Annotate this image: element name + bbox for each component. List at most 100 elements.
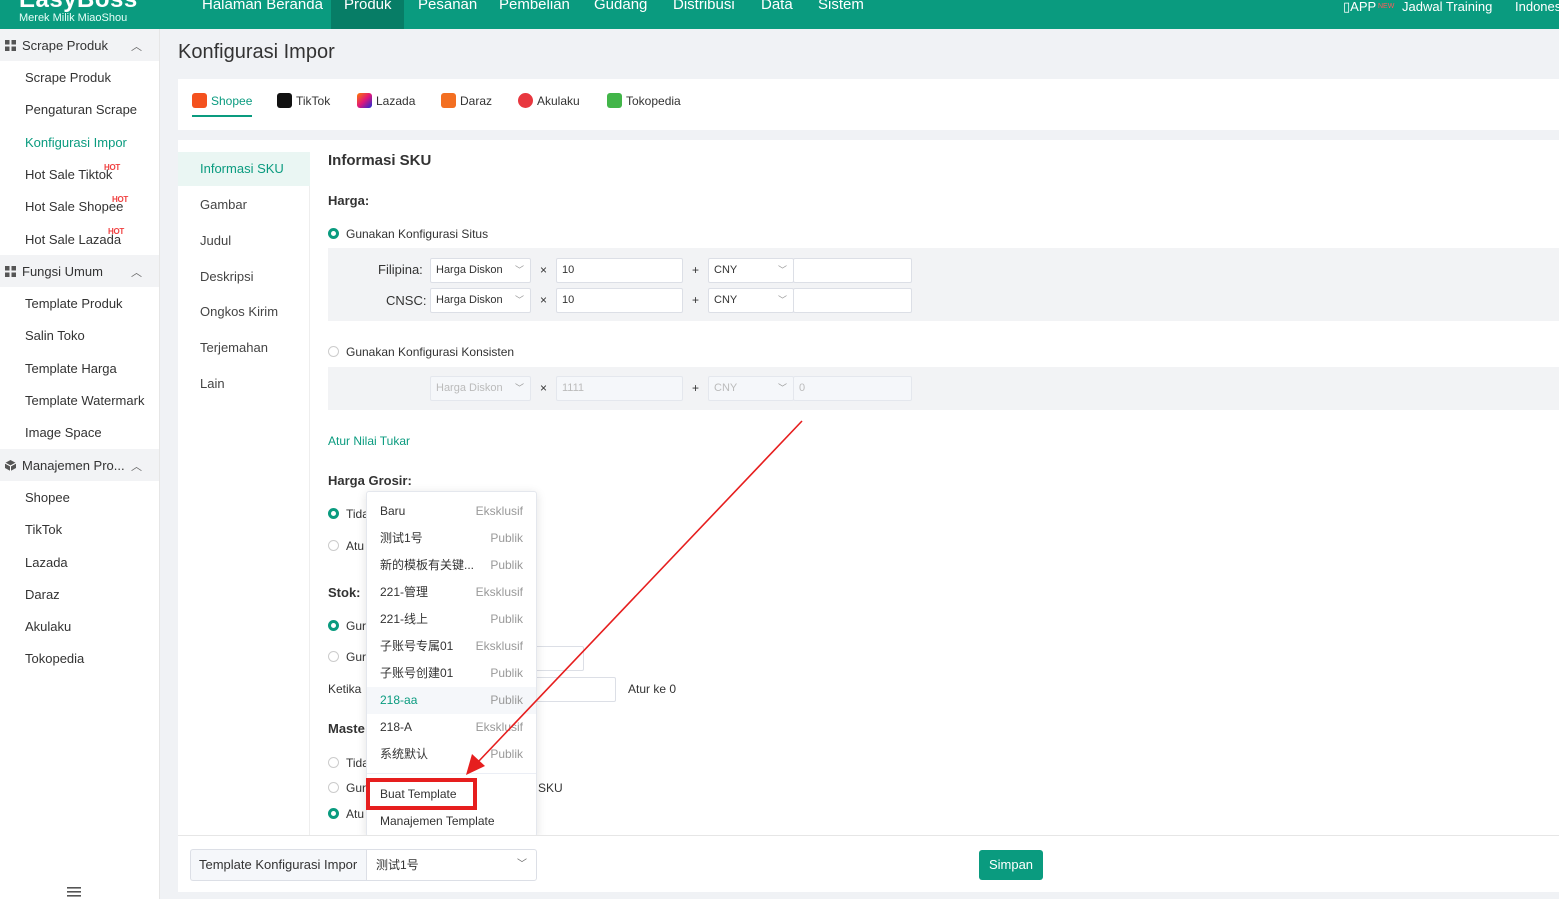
sidebar-item-lazada[interactable]: Lazada: [25, 555, 68, 570]
chevron-down-icon: ﹀: [777, 295, 787, 305]
radio-site-config[interactable]: [328, 228, 339, 239]
hot-badge: HOT: [108, 227, 124, 236]
tab-shopee[interactable]: Shopee: [192, 93, 253, 117]
radio-master-2[interactable]: [328, 782, 339, 793]
tab-tiktok[interactable]: TikTok: [277, 93, 330, 117]
sidebar-item-akulaku[interactable]: Akulaku: [25, 619, 71, 634]
sidebar-item-shopee[interactable]: Shopee: [25, 490, 70, 505]
chevron-down-icon: ﹀: [517, 859, 527, 870]
tab-daraz[interactable]: Daraz: [441, 93, 492, 117]
multiply-sign: ×: [540, 381, 548, 395]
sidebar-item-template-harga[interactable]: Template Harga: [25, 361, 117, 376]
menu-terjemahan[interactable]: Terjemahan: [178, 331, 310, 365]
consistent-add-input[interactable]: 0: [793, 376, 912, 401]
lazada-icon: [357, 93, 372, 108]
radio-label: Gur: [346, 619, 367, 633]
menu-lain[interactable]: Lain: [178, 367, 310, 401]
sidebar-item-hot-sale-lazada[interactable]: Hot Sale Lazada: [25, 232, 121, 247]
exchange-rate-link[interactable]: Atur Nilai Tukar: [328, 434, 410, 448]
brand-logo[interactable]: EasyBoss: [19, 0, 138, 12]
radio-stock-1[interactable]: [328, 620, 339, 631]
sidebar-item-template-watermark[interactable]: Template Watermark: [25, 393, 144, 408]
plus-sign: +: [692, 263, 700, 277]
nav-pembelian[interactable]: Pembelian: [499, 0, 570, 29]
training-link[interactable]: Jadwal Training: [1402, 0, 1492, 13]
nav-gudang[interactable]: Gudang: [594, 0, 647, 29]
manage-template-button[interactable]: Manajemen Template: [380, 814, 495, 828]
nav-data[interactable]: Data: [761, 0, 793, 29]
menu-icon[interactable]: [67, 886, 81, 898]
dropdown-option[interactable]: 221-线上 Publik: [367, 606, 536, 633]
radio-wholesale-no[interactable]: [328, 508, 339, 519]
row-label-cnsc: CNSC:: [386, 293, 427, 308]
consistent-currency-select[interactable]: CNY ﹀: [708, 376, 794, 401]
dropdown-option[interactable]: 新的模板有关键... Publik: [367, 552, 536, 579]
dropdown-option[interactable]: Baru Eksklusif: [367, 498, 536, 525]
radio-master-1[interactable]: [328, 757, 339, 768]
template-config-select[interactable]: 测试1号 ﹀: [366, 849, 537, 881]
price-base-select[interactable]: Harga Diskon ﹀: [430, 288, 531, 313]
radio-consistent-config[interactable]: [328, 346, 339, 357]
sidebar-group-label: Scrape Produk: [22, 38, 108, 53]
price-label: Harga:: [328, 193, 370, 208]
radio-wholesale-set[interactable]: [328, 540, 339, 551]
add-amount-input[interactable]: [793, 258, 912, 283]
price-base-select[interactable]: Harga Diskon ﹀: [430, 258, 531, 283]
stock-input[interactable]: [530, 646, 584, 671]
sidebar-item-tokopedia[interactable]: Tokopedia: [25, 651, 84, 666]
currency-select[interactable]: CNY ﹀: [708, 288, 794, 313]
nav-produk[interactable]: Produk: [331, 0, 404, 29]
nav-sistem[interactable]: Sistem: [818, 0, 864, 29]
save-button[interactable]: Simpan: [979, 850, 1043, 880]
dropdown-option[interactable]: 221-管理 Eksklusif: [367, 579, 536, 606]
radio-label: Gur: [346, 781, 367, 795]
tab-lazada[interactable]: Lazada: [357, 93, 415, 117]
sidebar-item-daraz[interactable]: Daraz: [25, 587, 60, 602]
sidebar-item-tiktok[interactable]: TikTok: [25, 522, 62, 537]
dropdown-option-selected[interactable]: 218-aa Publik: [367, 687, 536, 714]
language-selector[interactable]: Indonesia: [1515, 0, 1559, 13]
sidebar-group-scrape-produk[interactable]: Scrape Produk ︿: [0, 29, 159, 61]
radio-stock-2[interactable]: [328, 651, 339, 662]
when-suffix: Atur ke 0: [628, 682, 677, 696]
sidebar-item-konfigurasi-impor[interactable]: Konfigurasi Impor: [25, 135, 127, 150]
sidebar-item-image-space[interactable]: Image Space: [25, 425, 102, 440]
dropdown-option[interactable]: 子账号创建01 Publik: [367, 660, 536, 687]
currency-select[interactable]: CNY ﹀: [708, 258, 794, 283]
consistent-base-select[interactable]: Harga Diskon ﹀: [430, 376, 531, 401]
akulaku-icon: [518, 93, 533, 108]
radio-master-3[interactable]: [328, 808, 339, 819]
consistent-factor-input[interactable]: 1111: [556, 376, 683, 401]
app-link[interactable]: ▯APP: [1343, 0, 1376, 13]
dropdown-option[interactable]: 218-A Eksklusif: [367, 714, 536, 741]
nav-pesanan[interactable]: Pesanan: [418, 0, 477, 29]
dropdown-option[interactable]: 测试1号 Publik: [367, 525, 536, 552]
nav-distribusi[interactable]: Distribusi: [673, 0, 735, 29]
sidebar-item-pengaturan-scrape[interactable]: Pengaturan Scrape: [25, 102, 137, 117]
factor-input[interactable]: 10: [556, 288, 683, 313]
menu-gambar[interactable]: Gambar: [178, 188, 310, 222]
sidebar-item-template-produk[interactable]: Template Produk: [25, 296, 123, 311]
menu-ongkos-kirim[interactable]: Ongkos Kirim: [178, 295, 310, 329]
tab-tokopedia[interactable]: Tokopedia: [607, 93, 681, 117]
sidebar-group-manajemen-produk[interactable]: Manajemen Pro... ︿: [0, 449, 159, 481]
sidebar-item-hot-sale-tiktok[interactable]: Hot Sale Tiktok: [25, 167, 112, 182]
sidebar-item-scrape-produk[interactable]: Scrape Produk: [25, 70, 111, 85]
menu-judul[interactable]: Judul: [178, 224, 310, 258]
threshold-input[interactable]: [530, 677, 616, 702]
dropdown-option[interactable]: 系统默认 Publik: [367, 741, 536, 768]
daraz-icon: [441, 93, 456, 108]
menu-deskripsi[interactable]: Deskripsi: [178, 260, 310, 294]
factor-input[interactable]: 10: [556, 258, 683, 283]
menu-informasi-sku[interactable]: Informasi SKU: [178, 152, 310, 186]
sidebar-item-salin-toko[interactable]: Salin Toko: [25, 328, 85, 343]
add-amount-input[interactable]: [793, 288, 912, 313]
template-config-label: Template Konfigurasi Impor: [190, 849, 366, 881]
tab-akulaku[interactable]: Akulaku: [518, 93, 580, 117]
nav-halaman-beranda[interactable]: Halaman Beranda: [202, 0, 323, 29]
sidebar-group-fungsi-umum[interactable]: Fungsi Umum ︿: [0, 255, 159, 287]
dropdown-option[interactable]: 子账号专属01 Eksklusif: [367, 633, 536, 660]
sidebar-group-label: Fungsi Umum: [22, 264, 103, 279]
radio-label: Atu: [346, 539, 365, 553]
sidebar-item-hot-sale-shopee[interactable]: Hot Sale Shopee: [25, 199, 123, 214]
